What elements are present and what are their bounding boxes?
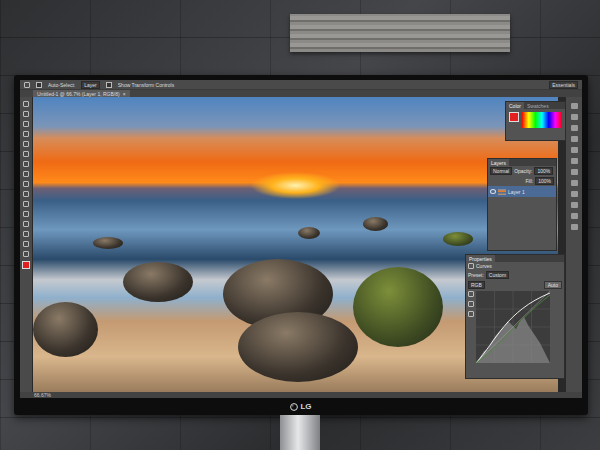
blend-mode-dropdown[interactable]: Normal <box>490 167 512 175</box>
curves-icon <box>468 263 474 269</box>
properties-title: Properties <box>469 256 492 262</box>
panel-icon[interactable] <box>571 103 578 109</box>
pencil-tool-icon[interactable] <box>468 301 474 307</box>
panel-tab[interactable]: Swatches <box>524 102 552 109</box>
panel-tab-label: Color <box>509 103 521 109</box>
document-tab-bar: Untitled-1 @ 66.7% (Layer 1, RGB/8)× <box>20 90 582 97</box>
rock <box>298 227 320 239</box>
adjustment-name: Curves <box>476 263 492 269</box>
rock <box>238 312 358 382</box>
curve-tool-icon[interactable] <box>468 291 474 297</box>
visibility-eye-icon[interactable] <box>490 189 496 194</box>
rock <box>443 232 473 246</box>
options-bar: Auto-Select: Layer Show Transform Controls… <box>20 80 582 90</box>
layer-name: Layer 1 <box>508 189 525 195</box>
document-title: Untitled-1 @ 66.7% (Layer 1, RGB/8) <box>37 91 120 97</box>
panel-icon[interactable] <box>571 158 578 164</box>
color-panel: Color Swatches <box>505 101 566 141</box>
layers-title: Layers <box>491 160 506 166</box>
monitor-stand <box>280 415 320 450</box>
panel-icon-strip <box>566 97 582 392</box>
eyedropper-icon[interactable] <box>468 311 474 317</box>
tool-icon[interactable] <box>23 121 29 127</box>
tool-icon[interactable] <box>23 251 29 257</box>
tool-icon[interactable] <box>23 231 29 237</box>
transform-checkbox[interactable] <box>106 82 112 88</box>
status-bar: 66.67% <box>20 392 582 398</box>
color-ramp[interactable] <box>522 112 562 128</box>
opacity-field[interactable]: 100% <box>534 167 553 175</box>
target-dropdown[interactable]: Layer <box>81 81 100 89</box>
panel-icon[interactable] <box>571 125 578 131</box>
panel-icon[interactable] <box>571 191 578 197</box>
monitor-chin: LG <box>20 398 582 415</box>
rock <box>123 262 193 302</box>
preset-label: Preset: <box>468 272 484 278</box>
layer-row[interactable]: Layer 1 <box>488 186 556 197</box>
tool-icon[interactable] <box>23 151 29 157</box>
close-tab-button[interactable]: × <box>123 91 126 97</box>
rock <box>353 267 443 347</box>
rock <box>93 237 123 249</box>
opacity-label: Opacity: <box>514 168 532 174</box>
monitor: Auto-Select: Layer Show Transform Controls… <box>14 75 588 415</box>
move-tool-icon <box>24 82 30 88</box>
fill-field[interactable]: 100% <box>535 177 554 185</box>
panel-icon[interactable] <box>571 202 578 208</box>
auto-button[interactable]: Auto <box>544 281 562 289</box>
rock <box>363 217 388 231</box>
tool-icon[interactable] <box>23 111 29 117</box>
panel-icon[interactable] <box>571 169 578 175</box>
tool-icon[interactable] <box>23 221 29 227</box>
logo-text: LG <box>300 402 311 411</box>
auto-select-label: Auto-Select: <box>48 82 75 88</box>
tool-icon[interactable] <box>23 131 29 137</box>
color-panel-tabs: Color Swatches <box>506 102 565 109</box>
zoom-readout: 66.67% <box>34 392 51 398</box>
tool-icon[interactable] <box>23 181 29 187</box>
properties-panel: PropertiesCurves Preset:CustomRGB Auto <box>465 254 565 379</box>
panel-icon[interactable] <box>571 224 578 230</box>
curves-graph <box>476 291 550 363</box>
auto-select-checkbox[interactable] <box>36 82 42 88</box>
document-tab[interactable]: Untitled-1 @ 66.7% (Layer 1, RGB/8)× <box>33 90 130 97</box>
panel-tab[interactable]: Color <box>506 102 524 109</box>
tool-icon[interactable] <box>23 141 29 147</box>
panel-tab[interactable]: Properties <box>466 255 495 262</box>
toolbar <box>20 97 32 392</box>
tool-icon[interactable] <box>23 211 29 217</box>
panel-icon[interactable] <box>571 114 578 120</box>
lg-face-icon <box>290 403 298 411</box>
tool-icon[interactable] <box>23 241 29 247</box>
canvas-area: Color Swatches LayersNormalOpacity:100%Fil… <box>32 97 566 392</box>
transform-label: Show Transform Controls <box>118 82 174 88</box>
rock <box>33 302 98 357</box>
panel-tab[interactable]: Layers <box>488 159 509 166</box>
workspace-dropdown[interactable]: Essentials <box>549 81 578 89</box>
fill-label: Fill: <box>525 178 533 184</box>
preset-dropdown[interactable]: Custom <box>486 271 509 279</box>
tool-icon[interactable] <box>23 101 29 107</box>
panel-icon[interactable] <box>571 213 578 219</box>
panel-icon[interactable] <box>571 147 578 153</box>
panel-tab-label: Swatches <box>527 103 549 109</box>
tool-icon[interactable] <box>23 201 29 207</box>
foreground-color-swatch[interactable] <box>22 261 30 269</box>
channel-dropdown[interactable]: RGB <box>468 281 485 289</box>
tool-icon[interactable] <box>23 161 29 167</box>
tool-icon[interactable] <box>23 171 29 177</box>
panel-icon[interactable] <box>571 136 578 142</box>
foreground-color[interactable] <box>509 112 519 122</box>
tool-icon[interactable] <box>23 191 29 197</box>
wall-plank <box>290 14 510 52</box>
panel-icon[interactable] <box>571 180 578 186</box>
layer-thumbnail <box>498 189 506 195</box>
layers-panel: LayersNormalOpacity:100%Fill:100% Layer 1 <box>487 158 557 251</box>
brand-logo: LG <box>290 402 311 411</box>
photoshop-screen: Auto-Select: Layer Show Transform Controls… <box>20 80 582 398</box>
